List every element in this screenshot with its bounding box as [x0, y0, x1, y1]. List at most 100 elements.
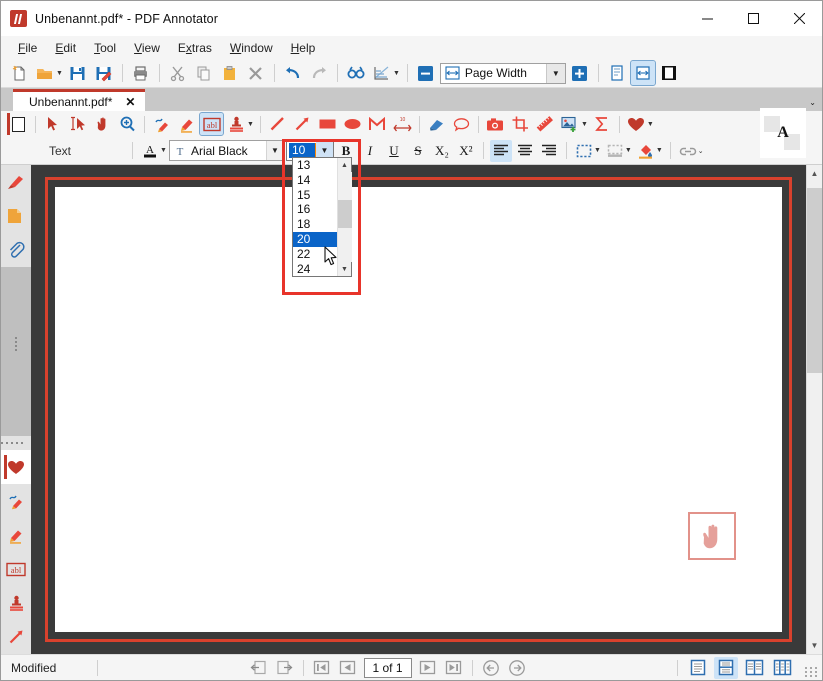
fit-width-icon[interactable] — [629, 60, 656, 86]
scrollbar-track[interactable] — [806, 182, 822, 637]
history-back-icon[interactable] — [480, 658, 502, 678]
italic-button[interactable]: I — [359, 140, 381, 162]
formula-tool-icon[interactable] — [591, 113, 614, 135]
hand-pan-widget-icon[interactable] — [688, 512, 736, 560]
sidebar-tab-highlighter[interactable] — [1, 518, 31, 552]
last-page-icon[interactable] — [443, 658, 465, 678]
save-icon[interactable] — [66, 61, 90, 85]
font-size-option[interactable]: 18 — [293, 217, 337, 232]
dropdown-scroll-track[interactable] — [337, 172, 352, 263]
zoom-out-button[interactable] — [414, 61, 438, 85]
menu-view[interactable]: View — [125, 38, 169, 58]
dropdown-scroll-thumb[interactable] — [337, 200, 352, 228]
border-style-button[interactable] — [573, 140, 595, 162]
chart-tool-icon[interactable] — [370, 61, 394, 85]
border-style-caret-icon[interactable]: ▼ — [594, 147, 601, 154]
menu-help[interactable]: Help — [282, 38, 325, 58]
open-document-icon[interactable] — [33, 61, 57, 85]
sidebar-tab-stamp[interactable] — [1, 586, 31, 620]
font-size-dropdown-list[interactable]: 13 14 15 16 18 20 22 24 ▲ ▼ — [292, 157, 352, 278]
print-icon[interactable] — [129, 61, 153, 85]
sidebar-tab-pen[interactable] — [1, 484, 31, 518]
highlighter-tool-icon[interactable] — [175, 113, 198, 135]
stamp-tool-icon[interactable] — [225, 113, 248, 135]
sidebar-tab-bookmarks[interactable] — [1, 165, 31, 199]
menu-window[interactable]: Window — [221, 38, 282, 58]
open-dropdown-caret-icon[interactable]: ▼ — [56, 70, 63, 77]
history-forward-icon[interactable] — [506, 658, 528, 678]
sidebar-drag-grip[interactable] — [1, 337, 31, 351]
font-size-option[interactable]: 24 — [293, 262, 337, 277]
redo-icon[interactable] — [307, 61, 331, 85]
previous-view-icon[interactable] — [248, 658, 270, 678]
document-tab[interactable]: Unbenannt.pdf* ✕ — [13, 89, 146, 111]
underline-button[interactable]: U — [383, 140, 405, 162]
maximize-button[interactable] — [730, 1, 776, 36]
hand-pan-icon[interactable] — [91, 113, 114, 135]
minimize-button[interactable] — [684, 1, 730, 36]
next-page-icon[interactable] — [417, 658, 439, 678]
paste-icon[interactable] — [218, 61, 242, 85]
find-icon[interactable] — [344, 61, 368, 85]
eraser-tool-icon[interactable] — [425, 113, 448, 135]
layout-facing[interactable] — [742, 657, 766, 679]
hyperlink-button[interactable] — [677, 140, 699, 162]
cut-icon[interactable] — [166, 61, 190, 85]
crop-tool-icon[interactable] — [509, 113, 532, 135]
full-screen-icon[interactable] — [657, 61, 681, 85]
layout-continuous-facing[interactable] — [770, 657, 794, 679]
measure-tool-icon[interactable]: 10 — [391, 113, 414, 135]
font-color-caret-icon[interactable]: ▼ — [160, 147, 167, 154]
subscript-button[interactable]: X₂ — [431, 140, 453, 162]
page-view-area[interactable] — [31, 165, 806, 654]
font-size-option[interactable]: 22 — [293, 247, 337, 262]
fill-color-button[interactable] — [635, 140, 657, 162]
font-size-option[interactable]: 16 — [293, 202, 337, 217]
pdf-page[interactable] — [55, 187, 782, 632]
pen-tool-icon[interactable] — [150, 113, 173, 135]
window-resize-grip[interactable] — [805, 667, 818, 677]
previous-page-icon[interactable] — [337, 658, 359, 678]
zoom-in-button[interactable] — [568, 61, 592, 85]
scroll-down-arrow-icon[interactable]: ▼ — [806, 637, 822, 654]
comment-tool-icon[interactable] — [450, 113, 473, 135]
select-arrow-icon[interactable] — [41, 113, 64, 135]
font-family-combo[interactable]: T Arial Black ▼ — [168, 140, 284, 161]
insert-image-caret-icon[interactable]: ▼ — [581, 121, 588, 128]
format-overflow-caret-icon[interactable]: ⌄ — [698, 147, 704, 155]
page-marker-icon[interactable] — [7, 113, 27, 135]
sidebar-splitter-grip[interactable] — [1, 442, 31, 444]
align-center-button[interactable] — [514, 140, 536, 162]
rectangle-tool-icon[interactable] — [316, 113, 339, 135]
scrollbar-thumb[interactable] — [806, 188, 822, 373]
tab-overflow-arrow-icon[interactable]: ⌄ — [809, 98, 816, 107]
undo-icon[interactable] — [281, 61, 305, 85]
zoom-level-combo[interactable]: Page Width ▼ — [439, 62, 566, 84]
delete-icon[interactable] — [244, 61, 268, 85]
fill-color-caret-icon[interactable]: ▼ — [656, 147, 663, 154]
arrow-tool-icon[interactable] — [291, 113, 314, 135]
align-right-button[interactable] — [538, 140, 560, 162]
dropdown-scroll-up-icon[interactable]: ▲ — [338, 158, 352, 172]
superscript-button[interactable]: X² — [455, 140, 477, 162]
dropdown-scroll-down-icon[interactable]: ▼ — [338, 262, 352, 276]
font-size-option[interactable]: 13 — [293, 158, 337, 173]
menu-tool[interactable]: Tool — [85, 38, 125, 58]
sidebar-tab-pages[interactable] — [1, 199, 31, 233]
align-left-button[interactable] — [489, 139, 512, 162]
close-button[interactable] — [776, 1, 822, 36]
favorites-heart-icon[interactable] — [625, 113, 648, 135]
stamp-dropdown-caret-icon[interactable]: ▼ — [247, 121, 254, 128]
copy-icon[interactable] — [192, 61, 216, 85]
menu-file[interactable]: FFileile — [9, 38, 46, 58]
new-document-icon[interactable] — [7, 61, 31, 85]
first-page-icon[interactable] — [311, 658, 333, 678]
font-size-option[interactable]: 15 — [293, 188, 337, 203]
text-tool-icon[interactable]: abl — [199, 112, 224, 136]
ruler-tool-icon[interactable] — [534, 113, 557, 135]
save-as-icon[interactable] — [92, 61, 116, 85]
line-tool-icon[interactable] — [266, 113, 289, 135]
sidebar-tab-arrow[interactable] — [1, 620, 31, 654]
font-size-option-selected[interactable]: 20 — [293, 231, 337, 247]
favorites-dropdown-caret-icon[interactable]: ▼ — [647, 121, 654, 128]
